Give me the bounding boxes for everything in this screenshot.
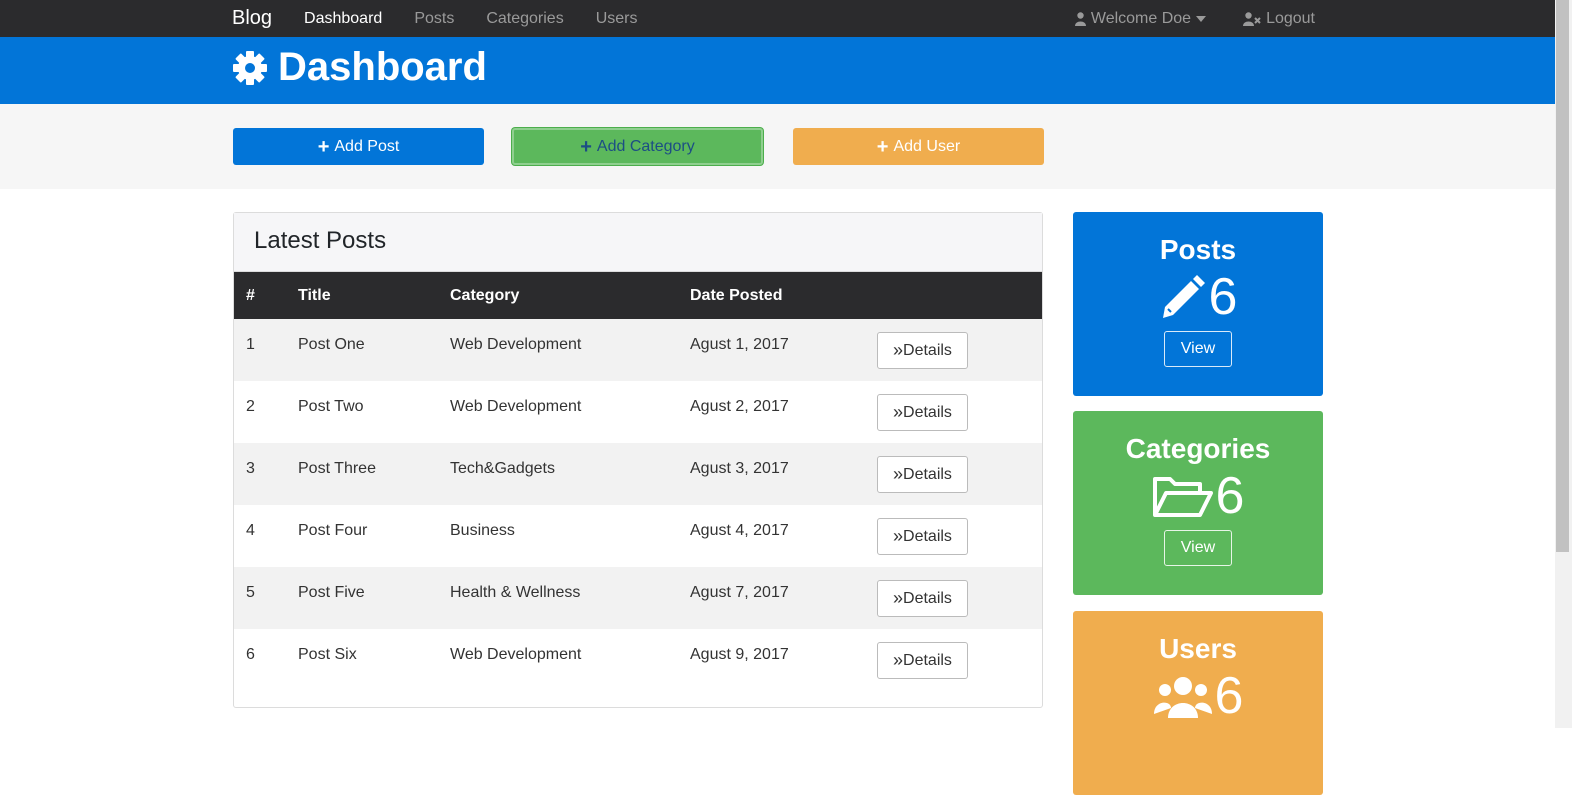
table-row: 1 Post One Web Development Agust 1, 2017… <box>234 319 1042 381</box>
cell-title: Post Six <box>298 646 357 663</box>
details-label: Details <box>903 465 952 483</box>
cell-date: Agust 4, 2017 <box>690 522 789 539</box>
cell-date: Agust 7, 2017 <box>690 584 789 601</box>
cell-category: Health & Wellness <box>450 584 581 601</box>
users-icon <box>1153 677 1212 718</box>
table-header-row: # Title Category Date Posted <box>234 272 1042 319</box>
view-categories-button[interactable]: View <box>1163 530 1233 566</box>
details-label: Details <box>903 651 952 669</box>
logout-link[interactable]: Logout <box>1243 10 1315 28</box>
details-button[interactable]: » Details <box>877 394 968 431</box>
view-posts-button[interactable]: View <box>1163 331 1233 367</box>
details-label: Details <box>903 589 952 607</box>
user-icon <box>1074 11 1086 26</box>
user-times-icon <box>1243 11 1261 26</box>
categories-stat-card: Categories 6 View <box>1073 411 1323 595</box>
table-row: 6 Post Six Web Development Agust 9, 2017… <box>234 629 1042 691</box>
table-row: 5 Post Five Health & Wellness Agust 7, 2… <box>234 567 1042 629</box>
cell-num: 5 <box>246 584 255 601</box>
cell-title: Post Four <box>298 522 368 539</box>
double-chevron-icon: » <box>893 588 904 608</box>
plus-icon: + <box>876 135 889 158</box>
details-button[interactable]: » Details <box>877 642 968 679</box>
stat-title: Users <box>1159 633 1237 664</box>
stat-count: 6 <box>1208 268 1238 326</box>
plus-icon: + <box>580 135 592 158</box>
stat-title: Posts <box>1159 234 1237 265</box>
vertical-scrollbar[interactable] <box>1555 0 1572 728</box>
add-post-button[interactable]: + Add Post <box>233 128 484 165</box>
posts-table: # Title Category Date Posted 1 Post One … <box>234 272 1042 691</box>
cell-num: 6 <box>246 646 255 663</box>
cell-category: Business <box>450 522 515 539</box>
plus-icon: + <box>317 135 330 158</box>
caret-down-icon <box>1196 15 1207 22</box>
logout-label: Logout <box>1266 9 1315 27</box>
col-category: Category <box>450 286 520 304</box>
details-label: Details <box>903 403 952 421</box>
stat-count: 6 <box>1214 667 1244 725</box>
table-row: 2 Post Two Web Development Agust 2, 2017… <box>234 381 1042 443</box>
users-stat-card: Users 6 <box>1073 611 1323 795</box>
nav-dashboard[interactable]: Dashboard <box>304 10 382 28</box>
stat-count: 6 <box>1215 467 1245 525</box>
scrollbar-thumb[interactable] <box>1556 0 1569 552</box>
cell-num: 2 <box>246 398 255 415</box>
details-label: Details <box>903 527 952 545</box>
details-button[interactable]: » Details <box>877 332 968 369</box>
cell-title: Post Two <box>298 398 364 415</box>
nav-posts[interactable]: Posts <box>414 10 454 28</box>
details-button[interactable]: » Details <box>877 456 968 493</box>
page-header: Dashboard <box>0 37 1555 104</box>
add-category-button[interactable]: + Add Category <box>512 128 763 165</box>
cell-num: 1 <box>246 336 255 353</box>
col-title: Title <box>298 286 331 304</box>
welcome-label: Welcome Doe <box>1090 9 1192 27</box>
brand-link[interactable]: Blog <box>232 7 272 30</box>
col-actions <box>865 272 1042 319</box>
cell-category: Web Development <box>450 646 582 663</box>
add-category-label: Add Category <box>596 137 695 155</box>
cell-category: Web Development <box>450 398 582 415</box>
cell-category: Web Development <box>450 336 582 353</box>
col-date: Date Posted <box>690 286 783 304</box>
cell-title: Post Three <box>298 460 376 477</box>
details-button[interactable]: » Details <box>877 518 968 555</box>
top-navbar: Blog Dashboard Posts Categories Users We… <box>0 0 1555 37</box>
card-title: Latest Posts <box>234 213 1042 272</box>
folder-open-icon <box>1152 477 1213 517</box>
latest-posts-card: Latest Posts # Title Category Date Poste… <box>233 212 1043 708</box>
double-chevron-icon: » <box>893 402 904 422</box>
details-button[interactable]: » Details <box>877 580 968 617</box>
welcome-dropdown[interactable]: Welcome Doe <box>1074 9 1211 28</box>
cell-title: Post One <box>298 336 365 353</box>
stat-title: Categories <box>1125 433 1271 464</box>
add-user-label: Add User <box>893 137 961 155</box>
cell-date: Agust 3, 2017 <box>690 460 789 477</box>
cell-date: Agust 1, 2017 <box>690 336 789 353</box>
cell-date: Agust 2, 2017 <box>690 398 789 415</box>
nav-categories[interactable]: Categories <box>486 10 563 28</box>
cell-title: Post Five <box>298 584 365 601</box>
page-title: Dashboard <box>278 45 487 89</box>
table-row: 4 Post Four Business Agust 4, 2017 » Deta… <box>234 505 1042 567</box>
pencil-icon <box>1162 275 1205 318</box>
gear-icon <box>233 50 267 85</box>
action-bar: + Add Post + Add Category + Add User <box>0 104 1555 189</box>
cell-category: Tech&Gadgets <box>450 460 555 477</box>
details-label: Details <box>903 341 952 359</box>
double-chevron-icon: » <box>893 650 904 670</box>
add-post-label: Add Post <box>334 137 400 155</box>
cell-date: Agust 9, 2017 <box>690 646 789 663</box>
double-chevron-icon: » <box>893 526 904 546</box>
col-num: # <box>246 286 255 304</box>
add-user-button[interactable]: + Add User <box>793 128 1044 165</box>
cell-num: 4 <box>246 522 255 539</box>
double-chevron-icon: » <box>893 464 904 484</box>
double-chevron-icon: » <box>893 340 904 360</box>
nav-users[interactable]: Users <box>596 10 638 28</box>
table-row: 3 Post Three Tech&Gadgets Agust 3, 2017 … <box>234 443 1042 505</box>
posts-stat-card: Posts 6 View <box>1073 212 1323 396</box>
cell-num: 3 <box>246 460 255 477</box>
